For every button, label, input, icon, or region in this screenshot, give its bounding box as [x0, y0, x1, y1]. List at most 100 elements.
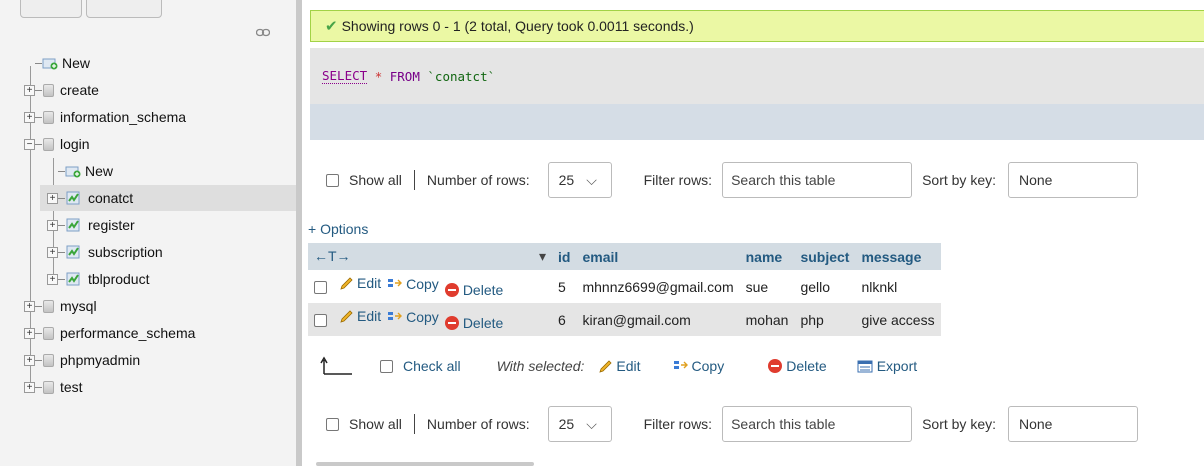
table-row[interactable]: Edit Copy Delete 5 mhnnz6699@gmail.com sue gel…: [308, 270, 941, 303]
number-of-rows-select[interactable]: 25 ⌵: [547, 162, 612, 198]
separator: [413, 414, 415, 434]
column-header-name[interactable]: name: [739, 243, 795, 270]
cell-name[interactable]: mohan: [739, 303, 795, 336]
link-icon[interactable]: [256, 28, 270, 37]
navigation-sidebar: New + create + information_schema − login New + c…: [0, 0, 296, 466]
column-header-subject[interactable]: subject: [794, 243, 856, 270]
sort-by-key-select[interactable]: None: [1008, 162, 1138, 198]
show-all-checkbox[interactable]: [326, 173, 339, 187]
filter-rows-placeholder: Search this table: [731, 172, 836, 188]
column-resize-arrows-icon[interactable]: ←T→: [314, 248, 351, 264]
check-all-label[interactable]: Check all: [403, 358, 461, 374]
cell-subject[interactable]: gello: [794, 270, 856, 303]
sidebar-item-label: mysql: [60, 298, 97, 314]
bulk-edit-button[interactable]: Edit: [598, 358, 641, 374]
main-content: ✔ Showing rows 0 - 1 (2 total, Query too…: [302, 0, 1204, 466]
collapse-icon[interactable]: −: [24, 138, 35, 150]
show-all-label[interactable]: Show all: [349, 172, 402, 188]
expand-icon[interactable]: +: [24, 354, 35, 366]
check-all-checkbox[interactable]: [380, 359, 393, 373]
expand-icon[interactable]: +: [24, 300, 35, 312]
cell-id[interactable]: 6: [552, 303, 577, 336]
sidebar-item-phpmyadmin[interactable]: + phpmyadmin: [24, 347, 272, 373]
filter-rows-input-bottom[interactable]: Search this table: [722, 406, 913, 442]
table-row[interactable]: Edit Copy Delete 6 kiran@gmail.com mohan php gi…: [308, 303, 941, 336]
tree-connector: [35, 386, 42, 388]
expand-icon[interactable]: +: [47, 246, 58, 258]
row-copy-button[interactable]: Copy: [387, 309, 439, 325]
cell-subject[interactable]: php: [794, 303, 856, 336]
sidebar-item-create[interactable]: + create: [24, 77, 272, 103]
show-all-checkbox-bottom[interactable]: [326, 417, 339, 431]
expand-icon[interactable]: +: [47, 219, 58, 231]
row-edit-button[interactable]: Edit: [339, 308, 381, 324]
results-table: ←T→ ▾ id email name subject message Edit…: [308, 243, 941, 336]
row-edit-label: Edit: [357, 275, 382, 292]
cell-email[interactable]: mhnnz6699@gmail.com: [576, 270, 740, 303]
success-message-text: Showing rows 0 - 1 (2 total, Query took …: [341, 18, 694, 34]
sidebar-item-information-schema[interactable]: + information_schema: [24, 104, 272, 130]
row-delete-button[interactable]: Delete: [444, 282, 503, 298]
bulk-delete-button[interactable]: Delete: [768, 358, 827, 374]
sidebar-item-performance-schema[interactable]: + performance_schema: [24, 320, 272, 346]
sidebar-item-mysql[interactable]: + mysql: [24, 293, 272, 319]
sidebar-item-New[interactable]: New: [47, 158, 272, 184]
sidebar-item-conatct[interactable]: + conatct: [40, 185, 296, 211]
sort-dropdown-icon[interactable]: ▾: [539, 248, 546, 265]
column-header-email[interactable]: email: [576, 243, 740, 270]
sql-table-name: `conatct`: [427, 68, 496, 84]
table-icon: [66, 191, 80, 205]
row-copy-button[interactable]: Copy: [387, 276, 439, 292]
sort-by-key-select-bottom[interactable]: None: [1008, 406, 1138, 442]
sidebar-item-New[interactable]: New: [24, 50, 272, 76]
cell-email[interactable]: kiran@gmail.com: [576, 303, 740, 336]
database-icon: [43, 380, 54, 394]
bulk-actions-row: Check all With selected: Edit Copy Delet…: [320, 350, 917, 382]
show-all-label-bottom[interactable]: Show all: [349, 416, 402, 432]
recent-button[interactable]: [86, 0, 162, 18]
home-button[interactable]: [20, 0, 82, 18]
database-icon: [43, 110, 54, 124]
sidebar-item-subscription[interactable]: + subscription: [47, 239, 272, 265]
cell-name[interactable]: sue: [739, 270, 795, 303]
number-of-rows-select-bottom[interactable]: 25 ⌵: [547, 406, 612, 442]
expand-icon[interactable]: +: [24, 327, 35, 339]
delete-icon: [768, 359, 783, 373]
database-icon: [43, 326, 54, 340]
sidebar-item-tblproduct[interactable]: + tblproduct: [47, 266, 272, 292]
sidebar-item-register[interactable]: + register: [47, 212, 272, 238]
filter-rows-input[interactable]: Search this table: [722, 162, 913, 198]
table-icon: [66, 245, 80, 259]
row-edit-button[interactable]: Edit: [339, 275, 381, 291]
expand-icon[interactable]: +: [24, 111, 35, 123]
sidebar-item-test[interactable]: + test: [24, 374, 272, 400]
expand-icon[interactable]: +: [24, 381, 35, 393]
expand-icon[interactable]: +: [47, 273, 58, 285]
pencil-icon: [340, 310, 353, 323]
sidebar-item-label: New: [85, 163, 114, 179]
options-link[interactable]: + Options: [308, 221, 368, 237]
tree-connector: [35, 62, 42, 64]
sql-keyword-select[interactable]: SELECT: [322, 68, 368, 84]
chevron-down-icon: ⌵: [586, 415, 597, 432]
row-checkbox[interactable]: [314, 280, 327, 294]
tree-connector: [58, 170, 65, 172]
row-delete-button[interactable]: Delete: [444, 315, 503, 331]
row-checkbox[interactable]: [314, 313, 327, 327]
sql-keyword-from: FROM: [389, 68, 420, 84]
number-of-rows-value: 25: [558, 172, 575, 188]
arrow-up-left-icon: [320, 356, 352, 375]
expand-icon[interactable]: +: [47, 192, 58, 204]
cell-message[interactable]: give access: [855, 303, 941, 336]
sidebar-item-label: performance_schema: [60, 325, 196, 341]
cell-id[interactable]: 5: [552, 270, 577, 303]
bulk-copy-button[interactable]: Copy: [673, 358, 724, 374]
cell-message[interactable]: nlknkl: [855, 270, 941, 303]
column-header-id[interactable]: id: [552, 243, 577, 270]
bulk-export-button[interactable]: Export: [857, 358, 917, 374]
horizontal-scrollbar[interactable]: [316, 462, 534, 466]
sidebar-item-login[interactable]: − login: [24, 131, 272, 157]
number-of-rows-value-bottom: 25: [558, 416, 575, 432]
expand-icon[interactable]: +: [24, 84, 35, 96]
column-header-message[interactable]: message: [855, 243, 941, 270]
